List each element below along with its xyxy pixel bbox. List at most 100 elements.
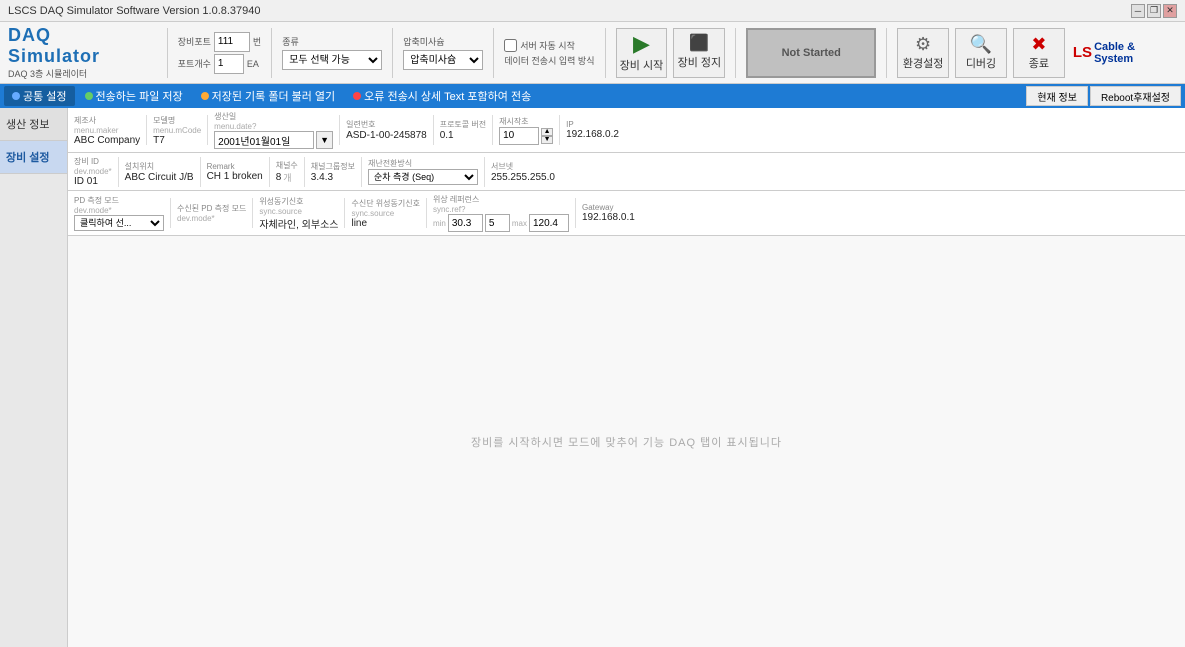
empty-state: 장비를 시작하시면 모드에 맞추어 기능 DAQ 탭이 표시됩니다 [68,236,1185,647]
sidebar-device-label: 장비 설정 [6,152,50,164]
sync-ref-max-input[interactable] [529,214,569,232]
device-settings-row3: PD 측정 모드 dev.mode* 클릭하여 선... 수신된 PD 측정 모… [68,191,1185,236]
exit-icon: ✖ [1031,35,1046,53]
sep4 [493,28,494,78]
sync-ref-val-input[interactable] [485,214,510,232]
recv-sync-label: 수신단 위성동기신호 [351,198,419,209]
date-picker-button[interactable]: ▼ [316,131,333,149]
sync-source-value: 자체라인, 외부소스 [259,216,338,231]
div17 [575,198,576,228]
div6 [559,115,560,145]
model-field: 모델명 menu.mCode T7 [153,115,201,146]
reboot-button[interactable]: Reboot후재설정 [1090,86,1181,106]
recv-pd-label: 수신된 PD 측정 모드 [177,203,246,214]
install-value: ABC Circuit J/B [125,172,194,183]
tab-common[interactable]: 공통 설정 [4,86,75,106]
auto-server-checkbox[interactable] [504,39,517,52]
pd-mode-sub: dev.mode* [74,206,112,215]
install-label: 설치위치 [125,161,154,172]
model-value: T7 [153,135,165,146]
restart-down-button[interactable]: ▼ [541,136,553,144]
sync-ref-min-label: min [433,219,446,228]
div3 [339,115,340,145]
pd-mode-select[interactable]: 클릭하여 선... [74,215,164,231]
restart-input[interactable] [499,127,539,145]
start-button[interactable]: ▶ 장비 시작 [616,28,668,78]
disaster-select[interactable]: 순차 측경 (Seq) [368,169,478,185]
debug-button[interactable]: 🔍 디버깅 [955,28,1007,78]
stop-icon: ⬛ [689,36,709,52]
tab-log[interactable]: 저장된 기록 폴더 불러 열기 [193,86,344,106]
recv-pd-field: 수신된 PD 측정 모드 dev.mode* [177,203,246,223]
auto-server-label: 서버 자동 시작 [520,39,575,52]
check-icon: ⚙ [915,35,931,53]
port-sub-input[interactable] [214,54,244,74]
div2 [207,115,208,145]
debug-icon: 🔍 [970,35,992,53]
div7 [118,157,119,187]
date-sub: menu.date? [214,122,256,131]
restore-button[interactable]: ❐ [1147,4,1161,18]
logo-sub: DAQ 3층 시뮬레이터 [8,67,87,80]
tab-log-dot [201,92,209,100]
close-button[interactable]: ✕ [1163,4,1177,18]
recv-sync-sub: sync.source [351,209,394,218]
pd-mode-field: PD 측정 모드 dev.mode* 클릭하여 선... [74,195,164,231]
not-started-text: Not Started [782,47,841,59]
play-icon: ▶ [633,33,650,55]
restart-up-button[interactable]: ▲ [541,128,553,136]
pressure-select[interactable]: 압축미사슘 [403,50,483,70]
auto-server-group: 서버 자동 시작 데이터 전송시 입력 방식 [504,39,594,67]
tab-error[interactable]: 오류 전송시 상세 Text 포함하여 전송 [345,86,539,106]
sep6 [735,28,736,78]
model-label: 모델명 [153,115,175,126]
sync-ref-min-input[interactable] [448,214,483,232]
date-label: 생산일 [214,111,236,122]
check-button[interactable]: ⚙ 환경설정 [897,28,949,78]
maker-label: 제조사 [74,115,96,126]
channel-count-field: 채널수 8 개 [276,160,298,184]
debug-label: 디버깅 [966,55,996,71]
exit-button[interactable]: ✖ 종료 [1013,28,1065,78]
gateway-label: Gateway [582,203,614,212]
type-select[interactable]: 모두 선택 가능 [282,50,382,70]
maker-sub: menu.maker [74,126,118,135]
remark-field: Remark CH 1 broken [207,162,263,182]
channel-group-label: 채널그룹정보 [311,161,355,172]
sep1 [167,28,168,78]
remark-label: Remark [207,162,235,171]
gateway-value: 192.168.0.1 [582,212,635,223]
channel-count-label: 채널수 [276,160,298,171]
maker-value: ABC Company [74,135,140,146]
sync-source-field: 위성동기신호 sync.source 자체라인, 외부소스 [259,196,338,231]
sync-source-label: 위성동기신호 [259,196,303,207]
pd-mode-label: PD 측정 모드 [74,195,119,206]
device-info-row2: 장비 ID dev.mode* ID 01 설치위치 ABC Circuit J… [68,153,1185,191]
stop-button[interactable]: ⬛ 장비 정지 [673,28,725,78]
port-input[interactable] [214,32,250,52]
window-controls: ─ ❐ ✕ [1131,4,1177,18]
div14 [252,198,253,228]
date-input[interactable] [214,131,314,149]
date-field: 생산일 menu.date? ▼ [214,111,333,149]
content-area: 생산 정보 장비 설정 제조사 menu.maker ABC Company 모… [0,108,1185,647]
subnet-field: 서브넷 255.255.255.0 [491,161,555,183]
restart-label: 재시작초 [499,116,528,127]
port-label: 장비포트 [178,35,211,48]
start-label: 장비 시작 [620,57,664,73]
minimize-button[interactable]: ─ [1131,4,1145,18]
install-field: 설치위치 ABC Circuit J/B [125,161,194,183]
current-info-button[interactable]: 현재 정보 [1026,86,1088,106]
sidebar-item-device[interactable]: 장비 설정 [0,141,67,174]
brand-text: Cable & System [1094,41,1177,65]
main-panel: 제조사 menu.maker ABC Company 모델명 menu.mCod… [68,108,1185,647]
tab-right-area: 현재 정보 Reboot후재설정 [1026,86,1181,106]
protocol-value: 0.1 [440,130,454,141]
div12 [484,157,485,187]
sync-ref-label: 위상 레퍼런스 [433,194,479,205]
sidebar-item-production[interactable]: 생산 정보 [0,108,67,141]
device-info-row1: 제조사 menu.maker ABC Company 모델명 menu.mCod… [68,108,1185,153]
channel-group-value: 3.4.3 [311,172,333,183]
sep5 [605,28,606,78]
tab-send-file[interactable]: 전송하는 파일 저장 [77,86,191,106]
